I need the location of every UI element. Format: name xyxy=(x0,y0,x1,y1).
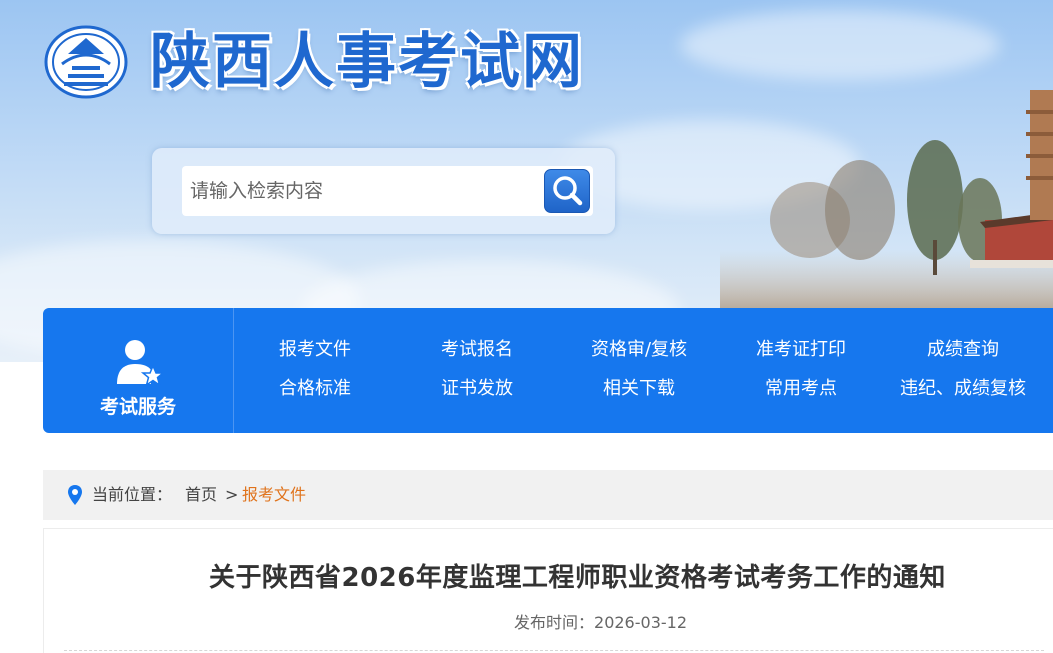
nav-link-exam-registration[interactable]: 考试报名 xyxy=(396,338,558,362)
nav-link-exam-sites[interactable]: 常用考点 xyxy=(720,377,882,401)
publish-date-label: 发布时间： xyxy=(514,613,595,632)
breadcrumb: 当前位置： 首页 > 报考文件 xyxy=(43,470,1053,520)
exam-service-block[interactable]: 考试服务 xyxy=(43,308,234,433)
divider xyxy=(64,650,1044,651)
publish-date-value: 2026-03-12 xyxy=(594,613,687,632)
search-input[interactable] xyxy=(182,166,550,216)
breadcrumb-current[interactable]: 报考文件 xyxy=(242,484,306,506)
nav-link-registration-documents[interactable]: 报考文件 xyxy=(234,338,396,362)
service-navigation: 考试服务 报考文件 考试报名 资格审/复核 准考证打印 成绩查询 合格标准 证书… xyxy=(43,308,1053,433)
search-button[interactable] xyxy=(544,169,590,213)
nav-link-qualification-review[interactable]: 资格审/复核 xyxy=(558,338,720,362)
nav-link-violation-score-review[interactable]: 违纪、成绩复核 xyxy=(882,377,1044,401)
nav-link-passing-standard[interactable]: 合格标准 xyxy=(234,377,396,401)
breadcrumb-home-link[interactable]: 首页 xyxy=(185,484,217,506)
pagoda-emblem-icon[interactable] xyxy=(44,24,128,100)
nav-link-admission-ticket[interactable]: 准考证打印 xyxy=(720,338,882,362)
pagoda-scenery-image xyxy=(720,90,1053,320)
nav-link-downloads[interactable]: 相关下载 xyxy=(558,377,720,401)
breadcrumb-separator: > xyxy=(225,485,239,504)
exam-service-label: 考试服务 xyxy=(99,396,176,418)
nav-link-certificate-issuance[interactable]: 证书发放 xyxy=(396,377,558,401)
nav-link-score-query[interactable]: 成绩查询 xyxy=(882,338,1044,362)
site-title: 陕西人事考试网 xyxy=(150,27,584,97)
search-box xyxy=(152,148,615,234)
publish-date: 发布时间：2026-03-12 xyxy=(514,609,687,633)
article-header: 关于陕西省2026年度监理工程师职业资格考试考务工作的通知 发布时间：2026-… xyxy=(43,528,1053,653)
location-pin-icon xyxy=(68,485,82,505)
magnifier-icon xyxy=(553,176,583,206)
user-star-icon xyxy=(117,340,163,387)
article-title: 关于陕西省2026年度监理工程师职业资格考试考务工作的通知 xyxy=(209,563,946,593)
breadcrumb-prefix: 当前位置： xyxy=(92,485,173,504)
